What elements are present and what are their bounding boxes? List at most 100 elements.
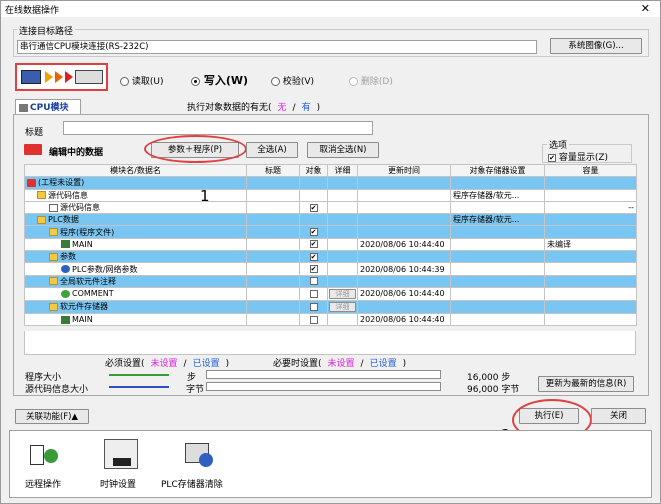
document-icon xyxy=(49,203,58,212)
header-title: 标题 xyxy=(246,163,300,178)
object-checkbox[interactable]: ✔ xyxy=(309,228,318,237)
update-latest-button[interactable]: 更新为最新的信息(R) xyxy=(538,376,634,392)
deselect-all-button[interactable]: 取消全选(N) xyxy=(307,142,379,158)
table-row[interactable]: 源代码信息 程序存储器/软元... xyxy=(24,188,637,202)
detail-button[interactable]: 详细 xyxy=(329,288,356,299)
source-size-bar xyxy=(206,382,441,391)
table-empty-area xyxy=(24,331,636,355)
source-size-unit: 字节 xyxy=(186,385,205,395)
folder-icon xyxy=(49,277,58,286)
clock-setting-tool[interactable]: 时钟设置 xyxy=(98,439,152,495)
related-functions-label: 关联功能(F)▲ xyxy=(25,412,79,422)
capacity-display-checkbox[interactable]: ✔ 容量显示(Z) xyxy=(548,150,608,163)
row-capacity: 未编译 xyxy=(544,237,637,252)
row-name-cell: MAIN xyxy=(24,312,247,327)
radio-delete[interactable]: 删除(D) xyxy=(349,74,393,87)
legend-set-2: 已设置 xyxy=(369,359,397,369)
table-row[interactable]: 全局软元件注释 xyxy=(24,274,637,288)
arrow-icon xyxy=(65,71,73,83)
select-all-button[interactable]: 全选(A) xyxy=(246,142,298,158)
radio-read-dot[interactable] xyxy=(120,77,129,86)
related-functions-button[interactable]: 关联功能(F)▲ xyxy=(15,409,89,424)
legend-close-2: ) xyxy=(402,359,407,369)
plc-icon xyxy=(75,70,103,84)
legend-unset-2: 未设置 xyxy=(327,359,355,369)
header-capacity: 容量 xyxy=(544,163,637,178)
object-checkbox[interactable] xyxy=(309,302,318,311)
radio-read-label: 读取(U) xyxy=(131,77,164,87)
row-name: 参数 xyxy=(60,252,76,262)
remote-operation-label: 远程操作 xyxy=(25,480,62,490)
exec-flag-slash: / xyxy=(292,103,296,113)
row-name: PLC数据 xyxy=(48,215,79,225)
system-image-button[interactable]: 系统图像(G)... xyxy=(550,38,642,54)
radio-read[interactable]: 读取(U) xyxy=(120,74,164,87)
radio-verify-dot[interactable] xyxy=(271,77,280,86)
object-checkbox[interactable] xyxy=(309,315,318,324)
radio-verify-label: 校验(V) xyxy=(282,77,315,87)
table-row[interactable]: MAIN ✔ 2020/08/06 10:44:40 未编译 xyxy=(24,237,637,252)
table-row[interactable]: PLC参数/网络参数 ✔ 2020/08/06 10:44:39 xyxy=(24,262,637,276)
connection-group-label: 连接目标路径 xyxy=(17,24,76,37)
table-row[interactable]: 参数 ✔ xyxy=(24,250,637,264)
exec-flag-close: ) xyxy=(316,103,321,113)
radio-write-dot[interactable] xyxy=(191,76,200,86)
row-name-cell: COMMENT xyxy=(24,286,247,301)
radio-delete-dot[interactable] xyxy=(349,77,358,86)
update-latest-button-label: 更新为最新的信息(R) xyxy=(545,379,627,389)
row-memory: 程序存储器/软元... xyxy=(450,213,545,227)
tab-cpu-label: CPU模块 xyxy=(30,103,69,113)
header-update-time: 更新时间 xyxy=(357,163,451,178)
object-checkbox[interactable]: ✔ xyxy=(309,203,318,212)
exec-flag-label: 执行对象数据的有无( xyxy=(187,103,272,113)
remote-operation-icon xyxy=(28,439,62,469)
object-checkbox[interactable]: ✔ xyxy=(309,252,318,261)
clear-badge-icon xyxy=(199,453,213,467)
row-memory: 程序存储器/软元... xyxy=(450,188,545,202)
row-name: 程序(程序文件) xyxy=(60,227,115,237)
remote-operation-tool[interactable]: 远程操作 xyxy=(25,439,99,495)
row-capacity: -- xyxy=(544,200,637,215)
row-name-cell: 软元件存储器 xyxy=(24,299,247,314)
row-time: 2020/08/06 10:44:39 xyxy=(357,262,451,276)
radio-write[interactable]: 写入(W) xyxy=(191,72,248,88)
row-time: 2020/08/06 10:44:40 xyxy=(357,286,451,301)
detail-button[interactable]: 详细 xyxy=(329,301,356,312)
object-checkbox[interactable]: ✔ xyxy=(309,240,318,249)
row-name-cell: 源代码信息 xyxy=(24,200,247,215)
online-data-operation-window: 在线数据操作 ✕ 连接目标路径 串行通信CPU模块连接(RS-232C) 系统图… xyxy=(0,0,661,504)
project-icon xyxy=(27,178,36,187)
legend-unset-1: 未设置 xyxy=(150,359,178,369)
row-name: 源代码信息 xyxy=(60,203,100,213)
table-row[interactable]: MAIN 2020/08/06 10:44:40 xyxy=(24,312,637,327)
table-row[interactable]: 程序(程序文件) ✔ xyxy=(24,225,637,239)
data-table: 模块名/数据名 标题 对象 详细 更新时间 对象存储器设置 容量 (工程未设置)… xyxy=(24,163,637,327)
clock-display-icon xyxy=(113,458,131,466)
capacity-checkbox-box[interactable]: ✔ xyxy=(548,153,556,162)
source-size-legend-line xyxy=(109,386,169,388)
object-checkbox[interactable]: ✔ xyxy=(309,265,318,274)
deselect-all-button-label: 取消全选(N) xyxy=(319,145,367,155)
header-name: 模块名/数据名 xyxy=(24,163,247,178)
tab-cpu-module[interactable]: CPU模块 xyxy=(15,99,81,114)
table-row[interactable]: (工程未设置) xyxy=(24,176,637,190)
object-checkbox[interactable] xyxy=(309,277,318,286)
radio-verify[interactable]: 校验(V) xyxy=(271,74,314,87)
header-detail: 详细 xyxy=(327,163,358,178)
table-row[interactable]: COMMENT 详细 2020/08/06 10:44:40 xyxy=(24,286,637,301)
row-name: (工程未设置) xyxy=(38,178,85,188)
table-row[interactable]: PLC数据 程序存储器/软元... xyxy=(24,213,637,227)
legend-when-required-label: 必要时设置( xyxy=(273,359,322,369)
object-checkbox[interactable] xyxy=(309,289,318,298)
row-name-cell: 全局软元件注释 xyxy=(24,274,247,288)
close-button[interactable]: 关闭 xyxy=(591,408,646,424)
row-name-cell: 程序(程序文件) xyxy=(24,225,247,239)
title-input[interactable] xyxy=(63,121,373,135)
plc-body-icon xyxy=(30,445,44,465)
plc-memory-clear-tool[interactable]: PLC存储器清除 xyxy=(161,439,251,495)
table-row[interactable]: 软元件存储器 详细 xyxy=(24,299,637,314)
folder-icon xyxy=(49,228,58,237)
table-row[interactable]: 源代码信息 ✔ -- xyxy=(24,200,637,215)
folder-icon xyxy=(49,302,58,311)
close-window-icon[interactable]: ✕ xyxy=(641,2,650,15)
